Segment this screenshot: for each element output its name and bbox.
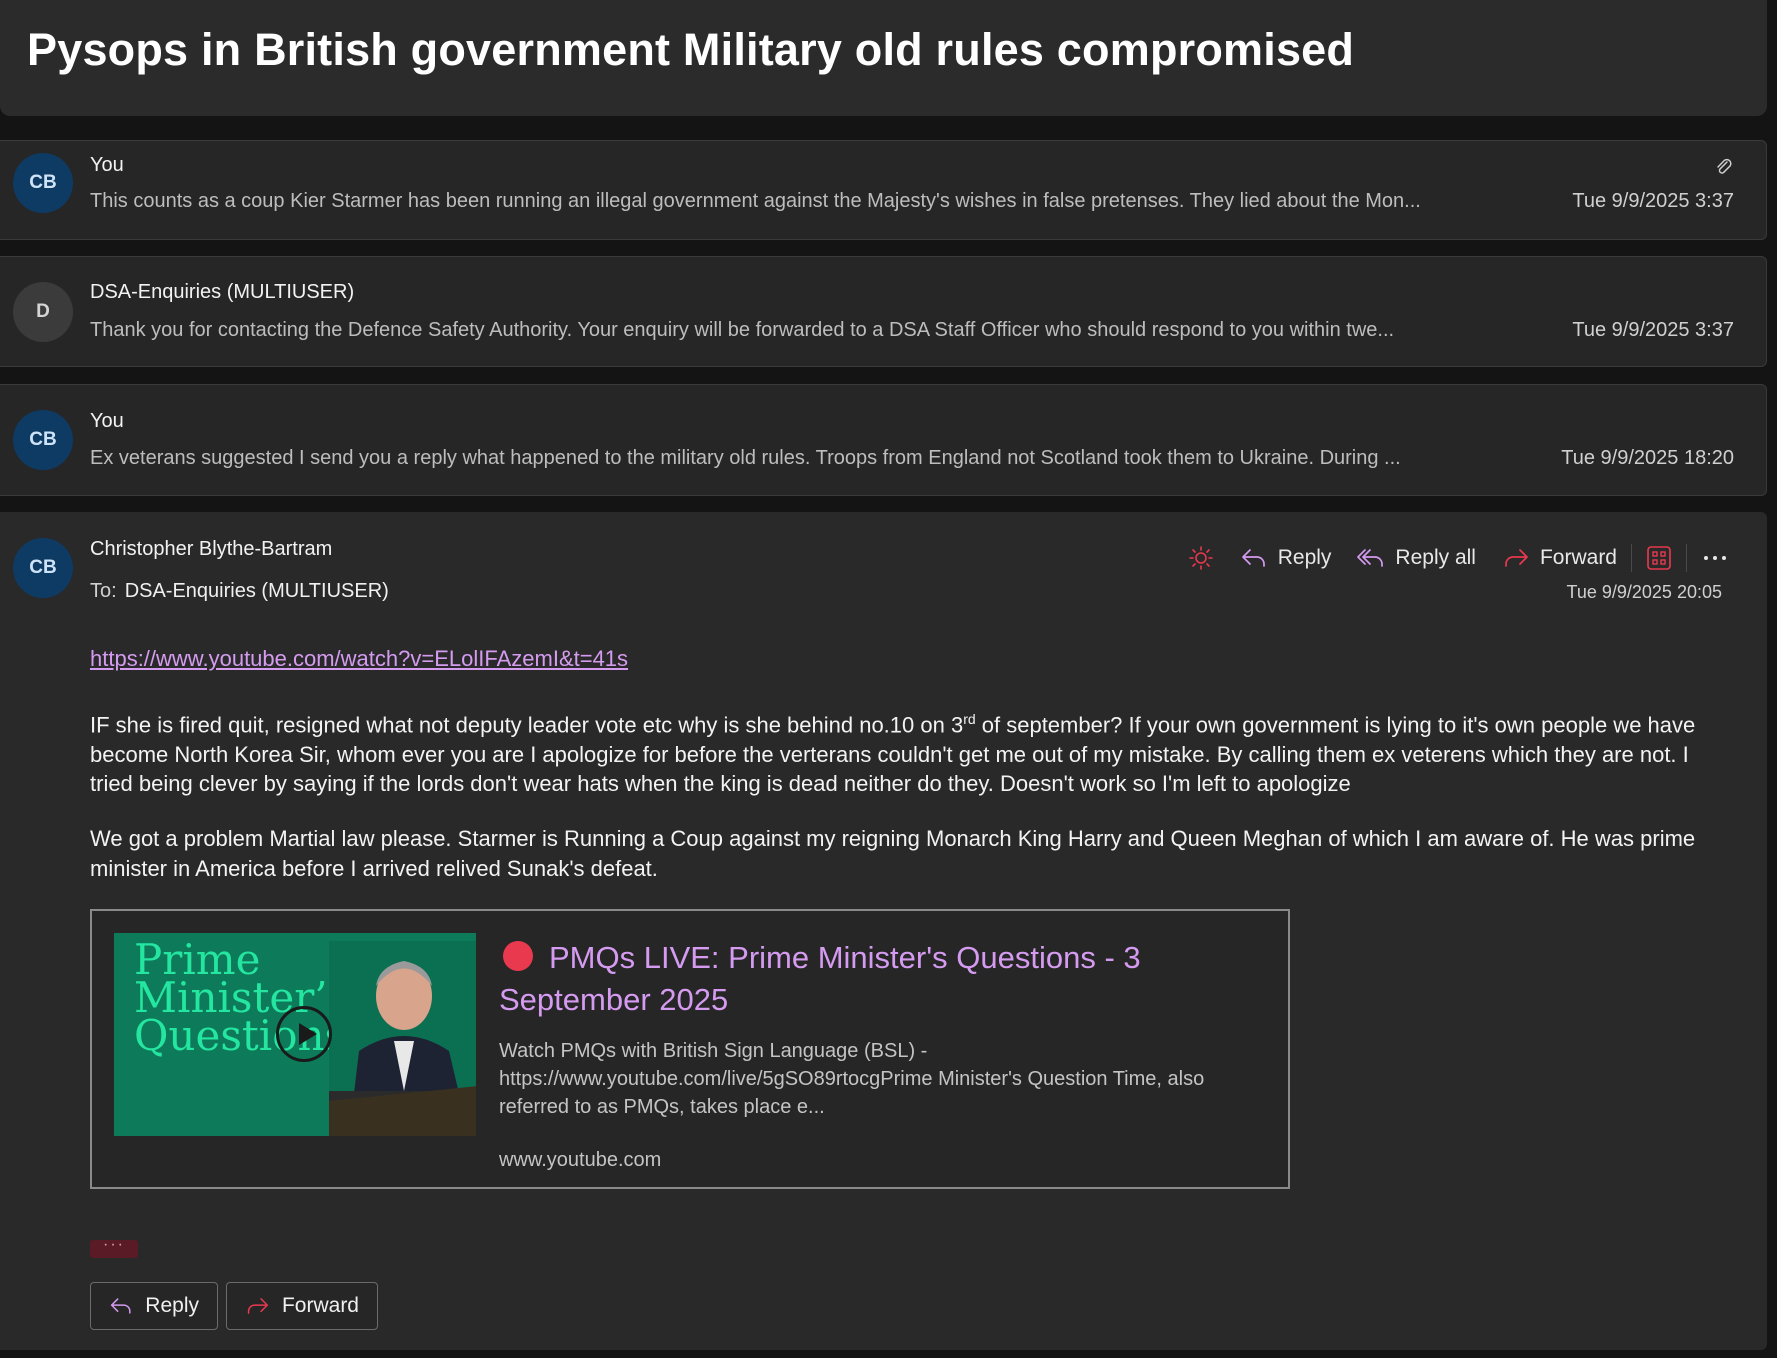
message-preview: Ex veterans suggested I send you a reply… [90, 447, 1401, 469]
message-preview: This counts as a coup Kier Starmer has b… [90, 190, 1421, 212]
sender-name: Christopher Blythe-Bartram [90, 538, 333, 560]
body-text: IF she is fired quit, resigned what not … [90, 712, 964, 738]
message-date: Tue 9/9/2025 18:20 [1561, 447, 1734, 469]
forward-label: Forward [1539, 546, 1617, 569]
recipient-name[interactable]: DSA-Enquiries (MULTIUSER) [125, 580, 389, 602]
message-collapsed-3[interactable]: CB You Ex veterans suggested I send you … [0, 384, 1767, 496]
reply-all-button[interactable]: Reply all [1357, 546, 1476, 570]
more-options-icon[interactable] [1703, 554, 1727, 562]
message-preview: Thank you for contacting the Defence Saf… [90, 319, 1395, 341]
reply-label: Reply [145, 1294, 199, 1317]
avatar: CB [13, 538, 73, 598]
preview-description: Watch PMQs with British Sign Language (B… [499, 1040, 1205, 1118]
forward-button[interactable]: Forward [1502, 546, 1617, 570]
forward-label: Forward [281, 1294, 359, 1317]
speaker-photo [329, 941, 476, 1136]
forward-button-bottom[interactable]: Forward [226, 1282, 378, 1330]
body-paragraph-1: IF she is fired quit, resigned what not … [90, 705, 1730, 799]
sender-name: You [90, 410, 124, 432]
superscript: rd [963, 711, 976, 727]
preview-domain: www.youtube.com [499, 1149, 662, 1171]
preview-title[interactable]: PMQs LIVE: Prime Minister's Questions - … [499, 937, 1199, 1021]
play-icon[interactable] [276, 1006, 332, 1062]
apps-icon[interactable] [1646, 545, 1672, 571]
avatar: CB [13, 153, 73, 213]
forward-icon [1505, 549, 1528, 567]
toolbar-divider [1631, 544, 1632, 572]
recipient-line: To: DSA-Enquiries (MULTIUSER) [90, 580, 389, 603]
sun-icon[interactable] [1188, 545, 1214, 571]
to-label: To: [90, 580, 117, 602]
reply-button[interactable]: Reply [1240, 546, 1332, 570]
reply-all-icon [1357, 549, 1384, 567]
preview-title-text: PMQs LIVE: Prime Minister's Questions - … [499, 940, 1141, 1017]
message-date: Tue 9/9/2025 3:37 [1572, 190, 1734, 212]
email-subject: Pysops in British government Military ol… [27, 24, 1355, 75]
message-date: Tue 9/9/2025 20:05 [1566, 582, 1722, 602]
reply-all-label: Reply all [1395, 546, 1476, 569]
show-trimmed-content-button[interactable]: ··· [90, 1237, 138, 1258]
live-indicator-icon [503, 941, 533, 971]
message-collapsed-1[interactable]: CB You This counts as a coup Kier Starme… [0, 140, 1767, 240]
reply-button-bottom[interactable]: Reply [90, 1282, 218, 1330]
avatar: CB [13, 410, 73, 470]
avatar: D [13, 282, 73, 342]
body-paragraph-2: We got a problem Martial law please. Sta… [90, 826, 1696, 881]
message-collapsed-2[interactable]: D DSA-Enquiries (MULTIUSER) Thank you fo… [0, 256, 1767, 367]
link-preview-card[interactable]: Prime Minister’s Questions PMQs LIVE: Pr… [90, 909, 1290, 1189]
message-toolbar: Reply Reply all Forward [1174, 538, 1727, 578]
subject-bar: Pysops in British government Military ol… [0, 0, 1767, 116]
youtube-link[interactable]: https://www.youtube.com/watch?v=ELolIFAz… [90, 646, 628, 672]
reply-icon [110, 1298, 131, 1314]
paperclip-icon [1717, 158, 1732, 174]
message-expanded: CB Christopher Blythe-Bartram Reply Repl… [0, 512, 1767, 1350]
sender-name: You [90, 154, 124, 176]
sender-name: DSA-Enquiries (MULTIUSER) [90, 281, 355, 303]
reply-label: Reply [1277, 546, 1332, 569]
toolbar-divider [1686, 544, 1687, 572]
message-date: Tue 9/9/2025 3:37 [1572, 319, 1734, 341]
forward-icon [247, 1298, 269, 1314]
reply-icon [1241, 549, 1265, 567]
video-thumbnail[interactable]: Prime Minister’s Questions [114, 933, 476, 1136]
